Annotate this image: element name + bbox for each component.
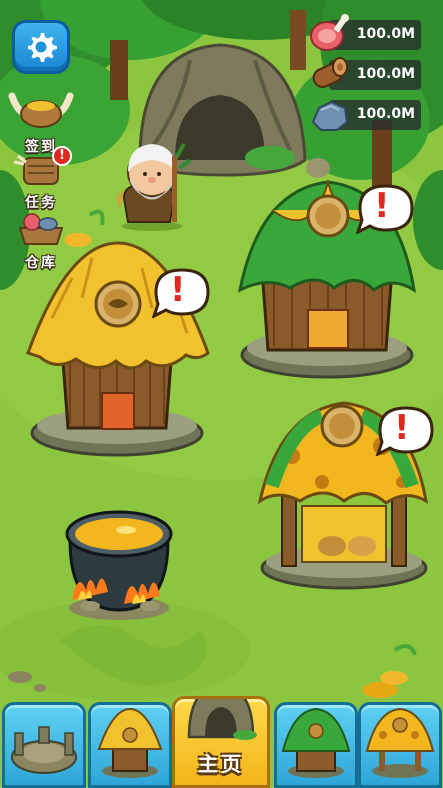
stone-icon — [311, 100, 349, 131]
stone-amount: 100.0M — [356, 106, 415, 122]
nav-home-label: 主页 — [198, 752, 244, 776]
tasks-button[interactable]: 任务 ! — [8, 146, 74, 212]
nav-tab-leopard-tent[interactable] — [358, 702, 442, 788]
stone-arena-icon — [11, 726, 77, 774]
leaf-hut-alert[interactable]: ! — [354, 182, 416, 238]
nav-tab-leaf-hut[interactable] — [274, 702, 358, 788]
leaf-hut-alert-mark: ! — [374, 186, 390, 226]
leaf-hut-icon — [281, 707, 351, 778]
bottom-navigation: 主页 — [0, 696, 443, 788]
straw-hut-alert[interactable]: ! — [150, 266, 212, 322]
nav-tab-home[interactable]: 主页 — [172, 696, 270, 788]
caveman-chief[interactable] — [112, 138, 192, 233]
leopard-tent-alert-mark: ! — [394, 408, 410, 448]
nav-tab-arena[interactable] — [2, 702, 86, 788]
wood-log-icon — [312, 57, 348, 88]
leopard-tent-icon — [365, 707, 435, 778]
tasks-alert-badge: ! — [52, 146, 72, 166]
meat-amount: 100.0M — [356, 26, 415, 42]
meat-icon — [310, 14, 349, 51]
leopard-tent-alert[interactable]: ! — [374, 404, 436, 460]
game-scene: 100.0M 100.0M 100.0M 签到 任务 ! 仓库 ! ! ! 主页 — [0, 0, 443, 788]
gear-icon — [28, 33, 57, 62]
nav-tab-straw-hut[interactable] — [88, 702, 172, 788]
cooking-pot[interactable] — [54, 500, 184, 625]
resource-stone: 100.0M — [311, 100, 421, 131]
wood-amount: 100.0M — [356, 66, 415, 82]
straw-hut-alert-mark: ! — [170, 270, 186, 310]
resource-meat: 100.0M — [310, 14, 421, 51]
cave-home-icon — [187, 699, 257, 740]
resource-wood: 100.0M — [312, 57, 421, 90]
straw-hut-icon — [97, 707, 163, 778]
settings-button[interactable] — [12, 20, 70, 74]
checkin-horn-basket-icon — [8, 92, 74, 128]
